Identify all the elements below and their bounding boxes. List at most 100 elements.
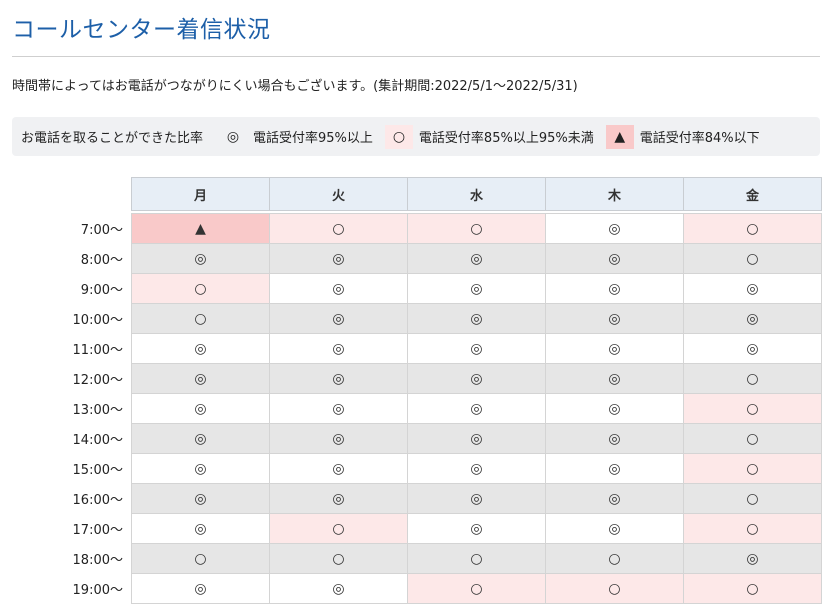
status-cell: ◎ bbox=[269, 303, 408, 334]
table-row: 17:00〜 ◎ ○ ◎ ◎ ○ bbox=[12, 513, 822, 544]
time-slot-label: 13:00〜 bbox=[72, 403, 123, 418]
legend-lead: お電話を取ることができた比率 bbox=[21, 131, 204, 146]
status-cell: ◎ bbox=[545, 213, 684, 244]
status-cell: ◎ bbox=[683, 303, 822, 334]
legend-symbol-low: ▲ bbox=[605, 124, 634, 149]
status-cell: ◎ bbox=[269, 363, 408, 394]
table-row: 18:00〜 ○ ○ ○ ○ ◎ bbox=[12, 543, 822, 574]
legend: お電話を取ることができた比率 ◎ 電話受付率95%以上 ○ 電話受付率85%以上… bbox=[12, 117, 820, 156]
status-cell: ○ bbox=[545, 573, 684, 604]
status-cell: ◎ bbox=[407, 423, 546, 454]
status-cell: ◎ bbox=[545, 363, 684, 394]
status-cell: ◎ bbox=[131, 393, 270, 424]
status-cell: ◎ bbox=[131, 453, 270, 484]
table-row: 9:00〜 ○ ◎ ◎ ◎ ◎ bbox=[12, 273, 822, 304]
status-cell: ◎ bbox=[683, 333, 822, 364]
time-slot-label: 15:00〜 bbox=[72, 463, 123, 478]
status-cell: ○ bbox=[131, 303, 270, 334]
status-cell: ◎ bbox=[269, 483, 408, 514]
period-note: 時間帯によってはお電話がつながりにくい場合もございます。(集計期間:2022/5… bbox=[12, 79, 578, 94]
status-cell: ◎ bbox=[269, 573, 408, 604]
time-slot-label: 9:00〜 bbox=[80, 283, 123, 298]
status-cell: ◎ bbox=[131, 363, 270, 394]
status-cell: ◎ bbox=[407, 333, 546, 364]
status-cell: ○ bbox=[683, 213, 822, 244]
status-cell: ◎ bbox=[683, 543, 822, 574]
status-cell: ○ bbox=[131, 543, 270, 574]
status-cell: ◎ bbox=[131, 573, 270, 604]
status-cell: ○ bbox=[683, 243, 822, 274]
time-slot-label: 10:00〜 bbox=[72, 313, 123, 328]
status-cell: ◎ bbox=[407, 393, 546, 424]
time-slot-label: 14:00〜 bbox=[72, 433, 123, 448]
status-cell: ◎ bbox=[407, 483, 546, 514]
table-row: 10:00〜 ○ ◎ ◎ ◎ ◎ bbox=[12, 303, 822, 334]
status-cell: ◎ bbox=[545, 453, 684, 484]
legend-text-low: 電話受付率84%以下 bbox=[639, 131, 760, 146]
status-cell: ◎ bbox=[545, 333, 684, 364]
legend-text-good: 電話受付率95%以上 bbox=[253, 131, 373, 146]
table-row: 11:00〜 ◎ ◎ ◎ ◎ ◎ bbox=[12, 333, 822, 364]
table-row: 19:00〜 ◎ ◎ ○ ○ ○ bbox=[12, 573, 822, 604]
status-cell: ○ bbox=[269, 543, 408, 574]
status-cell: ○ bbox=[407, 543, 546, 574]
status-cell: ◎ bbox=[545, 273, 684, 304]
status-cell: ◎ bbox=[407, 243, 546, 274]
status-cell: ◎ bbox=[269, 423, 408, 454]
table-body: 7:00〜 ▲ ○ ○ ◎ ○ 8:00〜 ◎ ◎ ◎ ◎ ○ 9:00〜 ○ ◎ ◎ ◎ ◎ 10:00〜 ○ ◎ ◎ ◎… bbox=[12, 213, 822, 604]
status-cell: ○ bbox=[683, 363, 822, 394]
status-cell: ○ bbox=[683, 483, 822, 514]
status-cell: ◎ bbox=[407, 513, 546, 544]
status-cell: ○ bbox=[545, 543, 684, 574]
table-row: 7:00〜 ▲ ○ ○ ◎ ○ bbox=[12, 213, 822, 244]
time-slot-label: 8:00〜 bbox=[80, 253, 123, 268]
status-cell: ○ bbox=[269, 213, 408, 244]
status-cell: ◎ bbox=[131, 333, 270, 364]
status-cell: ◎ bbox=[683, 273, 822, 304]
status-cell: ○ bbox=[683, 513, 822, 544]
day-header: 月 bbox=[131, 177, 270, 211]
table-corner bbox=[12, 178, 132, 211]
status-cell: ◎ bbox=[545, 243, 684, 274]
status-cell: ◎ bbox=[269, 243, 408, 274]
status-cell: ◎ bbox=[545, 483, 684, 514]
status-cell: ◎ bbox=[131, 483, 270, 514]
time-slot-label: 19:00〜 bbox=[72, 583, 123, 598]
table-header-row: 月 火 水 木 金 bbox=[12, 177, 822, 211]
status-cell: ○ bbox=[683, 423, 822, 454]
status-cell: ▲ bbox=[131, 213, 270, 244]
status-cell: ○ bbox=[683, 453, 822, 484]
page-title: コールセンター着信状況 bbox=[12, 17, 271, 43]
day-header: 火 bbox=[269, 177, 408, 211]
time-slot-label: 12:00〜 bbox=[72, 373, 123, 388]
status-cell: ○ bbox=[683, 393, 822, 424]
table-row: 12:00〜 ◎ ◎ ◎ ◎ ○ bbox=[12, 363, 822, 394]
status-cell: ◎ bbox=[407, 363, 546, 394]
legend-symbol-mid: ○ bbox=[384, 124, 413, 149]
table-row: 16:00〜 ◎ ◎ ◎ ◎ ○ bbox=[12, 483, 822, 514]
status-cell: ○ bbox=[407, 573, 546, 604]
status-cell: ◎ bbox=[407, 453, 546, 484]
status-cell: ◎ bbox=[131, 243, 270, 274]
call-center-status-page: コールセンター着信状況 時間帯によってはお電話がつながりにくい場合もございます。… bbox=[0, 0, 837, 613]
status-cell: ◎ bbox=[269, 273, 408, 304]
status-cell: ◎ bbox=[269, 333, 408, 364]
time-slot-label: 17:00〜 bbox=[72, 523, 123, 538]
title-divider bbox=[12, 56, 820, 57]
day-header: 木 bbox=[545, 177, 684, 211]
status-cell: ◎ bbox=[545, 513, 684, 544]
time-slot-label: 7:00〜 bbox=[80, 223, 123, 238]
status-cell: ◎ bbox=[407, 303, 546, 334]
time-slot-label: 16:00〜 bbox=[72, 493, 123, 508]
status-cell: ◎ bbox=[131, 513, 270, 544]
status-cell: ◎ bbox=[407, 273, 546, 304]
status-cell: ◎ bbox=[269, 453, 408, 484]
status-cell: ◎ bbox=[131, 423, 270, 454]
status-cell: ○ bbox=[131, 273, 270, 304]
day-header: 金 bbox=[683, 177, 822, 211]
table-row: 14:00〜 ◎ ◎ ◎ ◎ ○ bbox=[12, 423, 822, 454]
status-cell: ◎ bbox=[545, 423, 684, 454]
day-header: 水 bbox=[407, 177, 546, 211]
status-cell: ◎ bbox=[545, 303, 684, 334]
status-cell: ○ bbox=[407, 213, 546, 244]
